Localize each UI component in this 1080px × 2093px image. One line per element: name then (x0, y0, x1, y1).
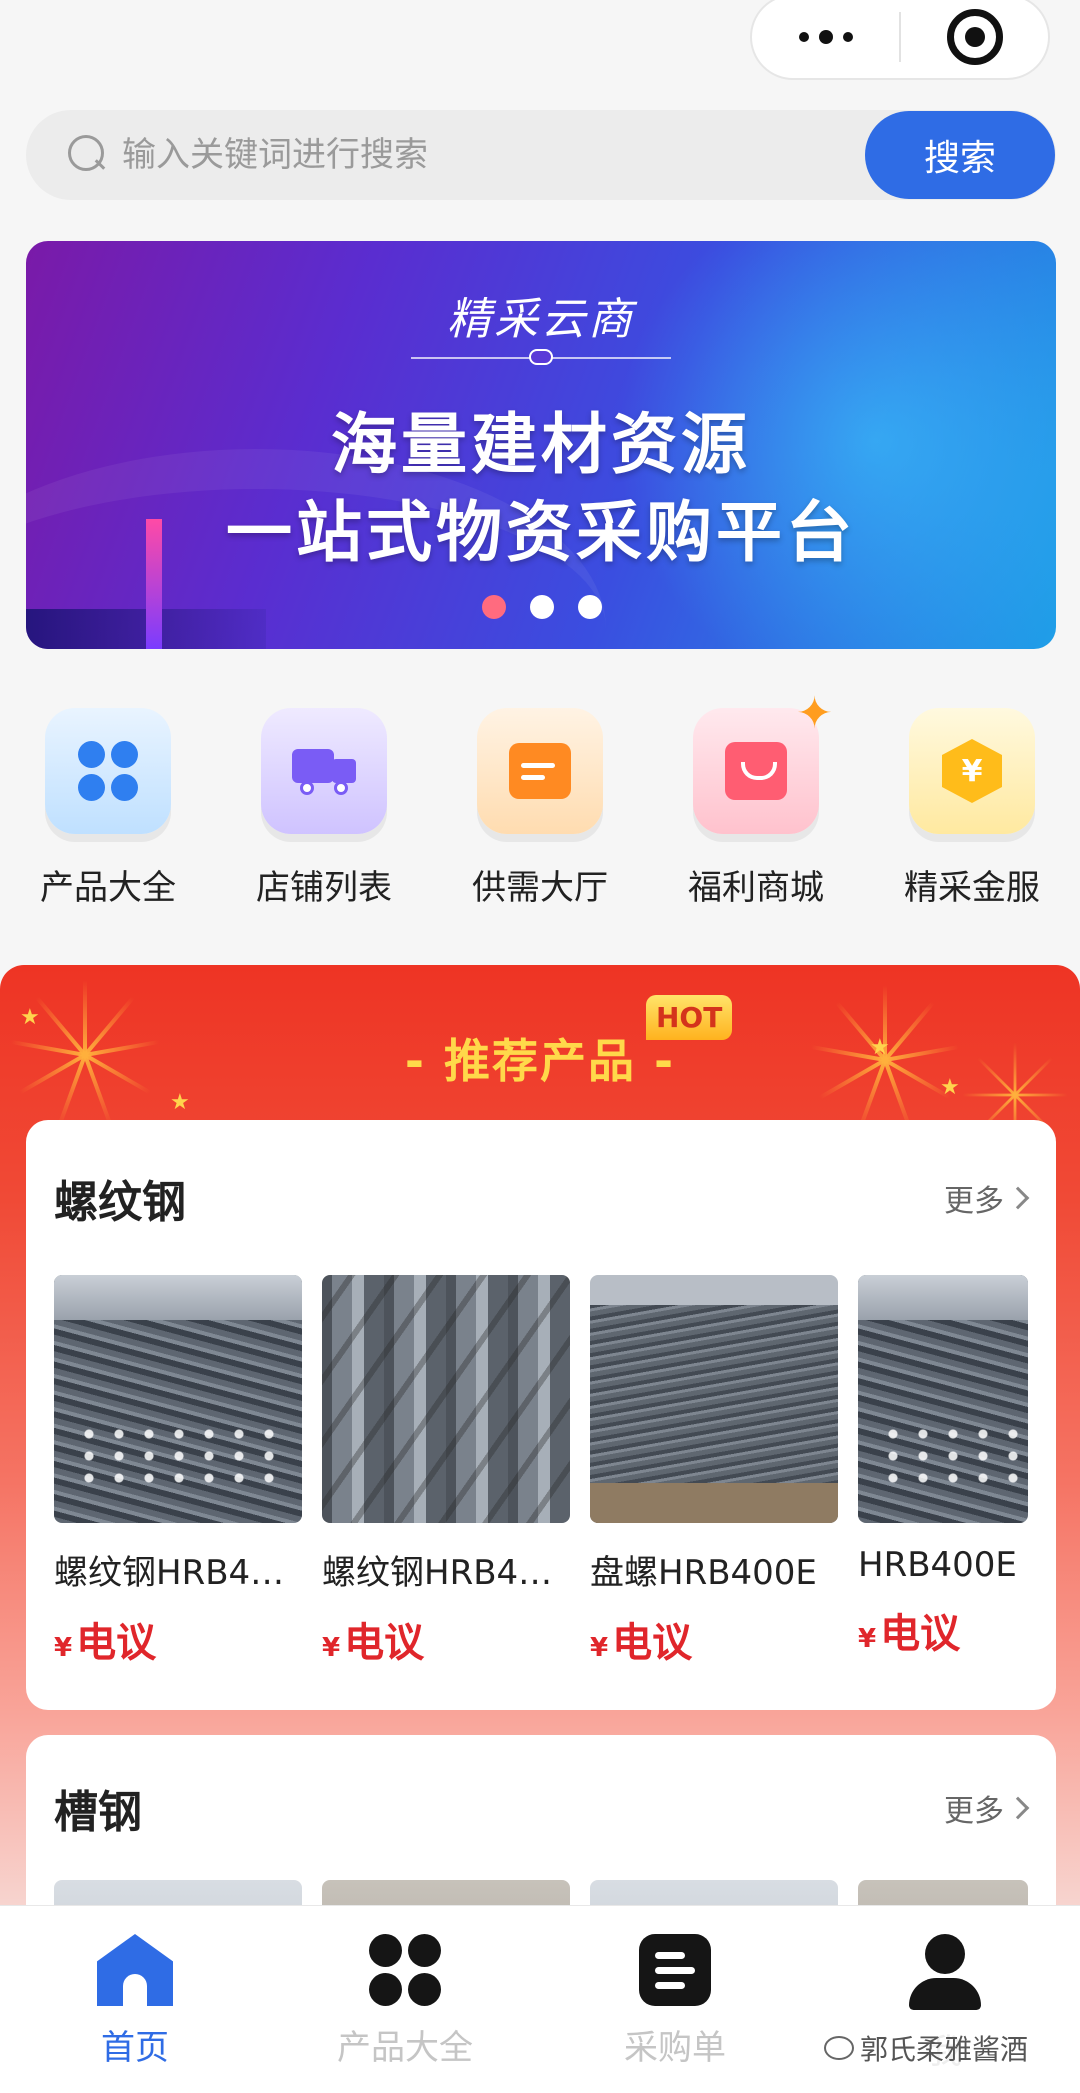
category-title: 螺纹钢 (54, 1176, 186, 1228)
search-bar: 搜索 (26, 110, 1056, 200)
hot-badge: HOT (646, 995, 733, 1040)
more-link[interactable]: 更多 (944, 1786, 1030, 1830)
menu-label: 福利商城 (688, 868, 824, 908)
product-card[interactable]: HRB400E ¥ 电议 (858, 1275, 1028, 1668)
more-label: 更多 (944, 1183, 1004, 1219)
search-input[interactable] (122, 135, 865, 175)
banner-brand: 精采云商 (447, 294, 635, 345)
menu-label: 店铺列表 (256, 868, 392, 908)
menu-item-supply-demand[interactable]: 供需大厅 (432, 708, 648, 909)
clover-icon (369, 1934, 441, 2006)
banner-subheadline: 一站式物资采购平台 (226, 494, 856, 571)
recommend-section: ★ ★ ★ ★ - 推荐产品 - HOT 螺纹钢 更多 螺纹钢HRB400E ¥… (0, 965, 1080, 1905)
product-image (858, 1275, 1028, 1523)
menu-label: 精采金服 (904, 868, 1040, 908)
chevron-right-icon (1006, 1796, 1030, 1819)
carousel-dot[interactable] (530, 595, 554, 619)
wechat-icon (824, 2036, 854, 2060)
search-icon (68, 135, 108, 175)
product-card[interactable]: 螺纹钢HRB400E ¥ 电议 (54, 1275, 302, 1668)
yen-hexagon-icon: ¥ (909, 708, 1035, 834)
recommend-title: - 推荐产品 - (404, 1034, 676, 1088)
banner-ornament (529, 349, 553, 365)
star-icon: ★ (170, 1090, 190, 1115)
menu-item-finance[interactable]: ¥ 精采金服 (864, 708, 1080, 909)
menu-item-welfare-mall[interactable]: ✦ 福利商城 (648, 688, 864, 909)
promo-banner[interactable]: 精采云商 海量建材资源 一站式物资采购平台 (26, 241, 1056, 649)
more-menu-button[interactable] (752, 0, 899, 78)
more-link[interactable]: 更多 (944, 1176, 1030, 1220)
product-price: ¥ 电议 (858, 1611, 961, 1657)
truck-icon (261, 708, 387, 834)
menu-label: 产品大全 (40, 868, 176, 908)
product-price: ¥ 电议 (54, 1620, 157, 1666)
product-image (590, 1275, 838, 1523)
product-card[interactable]: 螺纹钢HRB400E ¥ 电议 (322, 1275, 570, 1668)
sparkle-icon: ✦ (796, 688, 833, 739)
clover-icon (45, 708, 171, 834)
miniprogram-capsule (750, 0, 1050, 80)
product-image (858, 1880, 1028, 1905)
banner-headline: 海量建材资源 (331, 406, 751, 483)
product-image (322, 1275, 570, 1523)
product-price: ¥ 电议 (322, 1620, 425, 1666)
shopping-bag-icon: ✦ (693, 688, 833, 834)
home-icon (97, 1934, 173, 2006)
user-icon (905, 1934, 985, 2010)
close-miniprogram-button[interactable] (901, 0, 1048, 78)
chevron-right-icon (1006, 1186, 1030, 1209)
product-price: ¥ 电议 (590, 1620, 693, 1666)
list-icon (639, 1934, 711, 2006)
product-list: 螺纹钢HRB400E ¥ 电议 螺纹钢HRB400E ¥ 电议 盘螺HRB400E … (26, 1275, 1056, 1668)
category-title: 槽钢 (54, 1786, 142, 1838)
watermark: 郭氏柔雅酱酒 (820, 2026, 1033, 2070)
more-dots-icon (798, 30, 853, 44)
category-card-channel-steel: 槽钢 更多 (26, 1735, 1056, 1905)
category-card-rebar: 螺纹钢 更多 螺纹钢HRB400E ¥ 电议 螺纹钢HRB400E ¥ 电议 盘螺H… (26, 1120, 1056, 1710)
tab-label: 采购单 (624, 2028, 726, 2068)
tab-label: 产品大全 (337, 2028, 473, 2068)
product-list (26, 1880, 1056, 1905)
carousel-indicator (482, 595, 602, 619)
product-name: 螺纹钢HRB400E (54, 1553, 302, 1593)
product-card[interactable] (590, 1880, 838, 1905)
document-icon (477, 708, 603, 834)
product-image (322, 1880, 570, 1905)
target-icon (946, 9, 1003, 65)
product-name: 盘螺HRB400E (590, 1553, 817, 1593)
menu-item-products[interactable]: 产品大全 (0, 708, 216, 909)
carousel-dot[interactable] (578, 595, 602, 619)
watermark-text: 郭氏柔雅酱酒 (860, 2033, 1029, 2066)
tab-home[interactable]: 首页 (0, 1906, 270, 2093)
product-card[interactable] (858, 1880, 1028, 1905)
more-label: 更多 (944, 1793, 1004, 1829)
product-card[interactable] (54, 1880, 302, 1905)
tab-purchase-list[interactable]: 采购单 (540, 1906, 810, 2093)
product-image (590, 1880, 838, 1905)
product-name: HRB400E (858, 1545, 1017, 1585)
product-image (54, 1275, 302, 1523)
product-card[interactable]: 盘螺HRB400E ¥ 电议 (590, 1275, 838, 1668)
search-button[interactable]: 搜索 (865, 111, 1055, 199)
product-name: 螺纹钢HRB400E (322, 1553, 570, 1593)
tab-label: 首页 (101, 2028, 169, 2068)
carousel-dot-active[interactable] (482, 595, 506, 619)
quick-menu: 产品大全 店铺列表 供需大厅 ✦ 福利商城 ¥ 精采金服 (0, 688, 1080, 909)
tab-products[interactable]: 产品大全 (270, 1906, 540, 2093)
menu-item-stores[interactable]: 店铺列表 (216, 708, 432, 909)
product-card[interactable] (322, 1880, 570, 1905)
menu-label: 供需大厅 (472, 868, 608, 908)
product-image (54, 1880, 302, 1905)
